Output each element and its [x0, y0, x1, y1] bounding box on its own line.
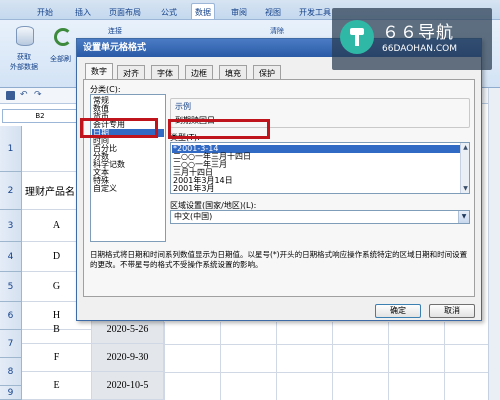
tab-review[interactable]: 审阅	[228, 4, 250, 20]
row-header[interactable]: 5	[0, 272, 22, 302]
category-item[interactable]: 自定义	[93, 185, 117, 193]
row-header[interactable]: 7	[0, 330, 22, 358]
get-external-data-button[interactable]: 获取 外部数据	[6, 24, 46, 78]
row-header[interactable]: 4	[0, 242, 22, 272]
redo-icon[interactable]: ↷	[34, 90, 42, 100]
tab-view[interactable]: 视图	[262, 4, 284, 20]
site-watermark: ６６导航 66DAOHAN.COM	[332, 8, 492, 70]
locale-select[interactable]: 中文(中国) ▼	[170, 210, 470, 224]
row-header[interactable]: 8	[0, 358, 22, 386]
tab-developer[interactable]: 开发工具	[296, 4, 334, 20]
refresh-all-label: 全部刷	[50, 55, 71, 63]
cancel-button[interactable]: 取消	[429, 304, 475, 318]
save-icon[interactable]	[6, 91, 15, 100]
connections-button[interactable]: 连接	[108, 26, 122, 36]
dialog-tab-fill[interactable]: 填充	[219, 65, 247, 79]
row-header[interactable]: 3	[0, 210, 22, 242]
row-header[interactable]: 2	[0, 172, 22, 210]
row-header[interactable]: 6	[0, 302, 22, 330]
type-list-scrollbar[interactable]: ▲ ▼	[460, 143, 469, 193]
refresh-all-button[interactable]: 全部刷	[48, 24, 78, 78]
locale-value: 中文(中国)	[174, 212, 213, 221]
tab-data[interactable]: 数据	[191, 3, 215, 19]
scroll-down-icon[interactable]: ▼	[462, 185, 469, 192]
category-list[interactable]: 常规 数值 货币 会计专用 日期 时间 百分比 分数 科学记数 文本 特殊 自定…	[90, 94, 166, 242]
dialog-tab-alignment[interactable]: 对齐	[117, 65, 145, 79]
site-logo-icon	[340, 20, 374, 54]
refresh-icon	[54, 28, 72, 46]
tab-formulas[interactable]: 公式	[158, 4, 180, 20]
cell-a[interactable]: E	[22, 372, 92, 400]
cell-b[interactable]: 2020-9-30	[92, 344, 164, 372]
vertical-scrollbar[interactable]	[488, 88, 500, 400]
get-external-data-label: 获取 外部数据	[10, 53, 38, 71]
format-cells-dialog: 设置单元格格式 数字 对齐 字体 边框 填充 保护 分类(C): 常规 数值 货…	[76, 38, 482, 321]
dialog-tab-border[interactable]: 边框	[185, 65, 213, 79]
category-highlight-box	[80, 118, 158, 138]
tab-page-layout[interactable]: 页面布局	[106, 4, 144, 20]
tab-home[interactable]: 开始	[34, 4, 56, 20]
type-highlight-box	[168, 119, 270, 139]
scroll-up-icon[interactable]: ▲	[462, 144, 469, 151]
cell-a[interactable]: F	[22, 344, 92, 372]
database-icon	[16, 26, 34, 46]
chevron-down-icon[interactable]: ▼	[458, 211, 469, 223]
dialog-tab-font[interactable]: 字体	[151, 65, 179, 79]
sample-label: 示例	[175, 102, 191, 111]
ok-button[interactable]: 确定	[375, 304, 421, 318]
row-header[interactable]: 9	[0, 386, 22, 400]
clear-button[interactable]: 清除	[270, 26, 284, 36]
tab-insert[interactable]: 插入	[72, 4, 94, 20]
dialog-tab-number[interactable]: 数字	[85, 63, 113, 79]
dialog-tab-protection[interactable]: 保护	[253, 65, 281, 79]
type-list[interactable]: *2001-3-14 二○○一年三月十四日 二○○一年三月 三月十四日 2001…	[170, 142, 470, 194]
cell-b[interactable]: 2020-10-5	[92, 372, 164, 400]
row-header[interactable]: 1	[0, 126, 22, 172]
type-item[interactable]: 2001年3月	[173, 185, 214, 193]
format-description: 日期格式将日期和时间系列数值显示为日期值。以星号(*)开头的日期格式响应操作系统…	[90, 250, 468, 269]
number-tab-panel: 分类(C): 常规 数值 货币 会计专用 日期 时间 百分比 分数 科学记数 文…	[83, 79, 475, 297]
name-box[interactable]: B2	[2, 109, 78, 123]
undo-icon[interactable]: ↶	[20, 90, 28, 100]
site-title: ６６导航	[382, 23, 454, 43]
site-url: 66DAOHAN.COM	[382, 44, 457, 54]
